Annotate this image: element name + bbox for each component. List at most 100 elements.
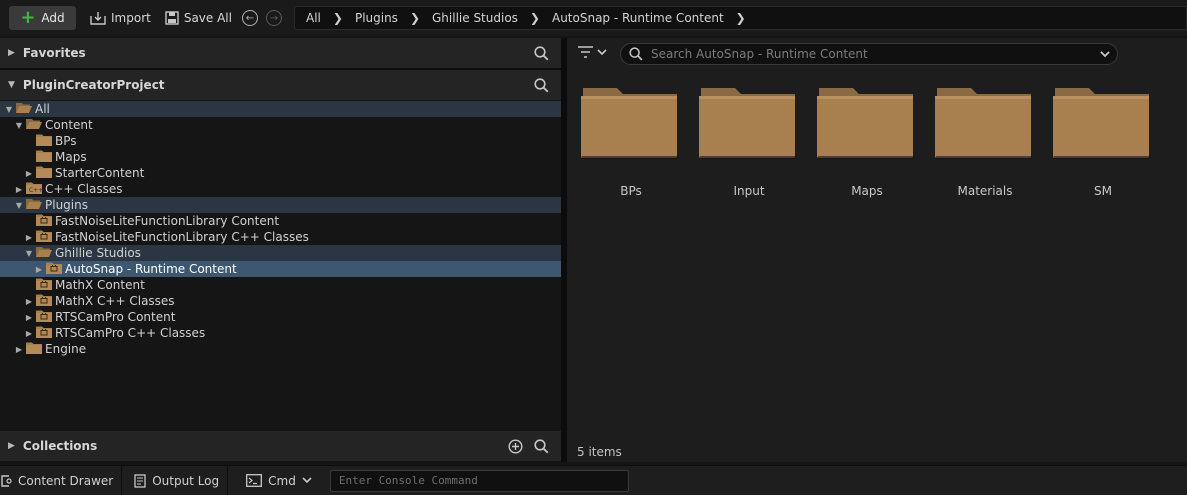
- output-log-button[interactable]: Output Log: [122, 465, 229, 495]
- plugin-folder-icon: [36, 310, 52, 325]
- folder-tile[interactable]: BPs: [581, 86, 681, 206]
- folder-tile-label: Input: [733, 184, 765, 198]
- folder-icon: [935, 88, 1032, 159]
- log-icon: [134, 473, 146, 488]
- tree-item[interactable]: ▼ Plugins: [0, 197, 561, 213]
- folder-icon: [36, 134, 52, 149]
- folder-icon: [36, 150, 52, 165]
- forward-arrow-icon[interactable]: →: [265, 10, 282, 26]
- expand-down-icon[interactable]: ▼: [4, 105, 14, 114]
- cpp-folder-icon: C++: [26, 182, 43, 197]
- tree-item-label: FastNoiseLiteFunctionLibrary Content: [55, 214, 280, 228]
- breadcrumb-item-plugins[interactable]: Plugins: [355, 11, 398, 25]
- folder-tile[interactable]: Materials: [935, 86, 1035, 206]
- plugin-folder-icon: [36, 294, 52, 309]
- tree-item[interactable]: ▶ FastNoiseLiteFunctionLibrary C++ Classe…: [0, 229, 561, 245]
- chevron-right-icon[interactable]: ❯: [333, 11, 343, 25]
- folder-tile[interactable]: SM: [1053, 86, 1153, 206]
- expand-right-icon[interactable]: ▶: [24, 233, 34, 242]
- expand-right-icon[interactable]: ▶: [14, 185, 24, 194]
- breadcrumb-item-all[interactable]: All: [306, 11, 321, 25]
- tree-item[interactable]: ▼ Content: [0, 117, 561, 133]
- search-icon[interactable]: [534, 439, 549, 454]
- folder-icon: [699, 88, 796, 159]
- console-input-box[interactable]: [329, 469, 629, 492]
- expand-down-icon[interactable]: ▼: [24, 249, 34, 258]
- folder-icon: [1053, 88, 1150, 159]
- tree-item[interactable]: BPs: [0, 133, 561, 149]
- search-icon[interactable]: [534, 46, 549, 61]
- tree-item[interactable]: ▼ Ghillie Studios: [0, 245, 561, 261]
- expand-right-icon[interactable]: ▶: [24, 297, 34, 306]
- breadcrumb: All ❯ Plugins ❯ Ghillie Studios ❯ AutoSn…: [294, 6, 1187, 30]
- tree-item[interactable]: ▶ StarterContent: [0, 165, 561, 181]
- add-button-label: Add: [41, 11, 65, 25]
- expand-right-icon[interactable]: ▶: [24, 313, 34, 322]
- terminal-icon: [246, 474, 263, 487]
- folder-tile-label: BPs: [620, 184, 642, 198]
- asset-search-box[interactable]: [620, 43, 1118, 65]
- chevron-right-icon[interactable]: ❯: [530, 11, 540, 25]
- back-arrow-icon[interactable]: ←: [241, 10, 258, 26]
- asset-search-input[interactable]: [651, 47, 1091, 61]
- expand-right-icon[interactable]: ▶: [24, 169, 34, 178]
- console-command-input[interactable]: [338, 474, 619, 487]
- tree-item-label: C++ Classes: [45, 182, 123, 196]
- cmd-dropdown[interactable]: Cmd: [228, 466, 320, 495]
- chevron-right-icon[interactable]: ❯: [410, 11, 420, 25]
- content-drawer-label: Content Drawer: [18, 473, 114, 488]
- favorites-header[interactable]: ▶ Favorites: [0, 38, 561, 68]
- search-icon: [629, 47, 643, 61]
- folder-tree: ▼ All ▼ Content BPs Maps ▶ StarterContent ▶ C++ C+…: [0, 101, 561, 431]
- tree-item[interactable]: ▶ RTSCamPro C++ Classes: [0, 325, 561, 341]
- add-button[interactable]: + Add: [9, 6, 76, 30]
- expand-down-icon[interactable]: ▼: [14, 121, 24, 130]
- folder-icon: [817, 88, 914, 159]
- chevron-right-icon[interactable]: ❯: [736, 11, 746, 25]
- chevron-down-icon[interactable]: [1099, 48, 1111, 60]
- collections-header[interactable]: ▶ Collections: [0, 431, 561, 461]
- tree-item[interactable]: MathX Content: [0, 277, 561, 293]
- project-header[interactable]: ▼ PluginCreatorProject: [0, 70, 561, 100]
- folder-tile[interactable]: Input: [699, 86, 799, 206]
- project-label: PluginCreatorProject: [22, 78, 165, 92]
- breadcrumb-item-autosnap[interactable]: AutoSnap - Runtime Content: [552, 11, 724, 25]
- tree-item[interactable]: ▶ MathX C++ Classes: [0, 293, 561, 309]
- folder-icon: [581, 88, 678, 159]
- folder-tile-label: SM: [1094, 184, 1112, 198]
- content-drawer-button[interactable]: Content Drawer: [0, 465, 123, 495]
- expand-right-icon[interactable]: ▶: [8, 48, 15, 58]
- tree-item[interactable]: FastNoiseLiteFunctionLibrary Content: [0, 213, 561, 229]
- collections-label: Collections: [22, 439, 98, 453]
- expand-down-icon[interactable]: ▼: [8, 80, 15, 90]
- collections-section: ▶ Collections: [0, 431, 561, 461]
- add-collection-icon[interactable]: [508, 439, 523, 454]
- plugin-folder-icon: [36, 230, 52, 245]
- plugin-folder-icon: [36, 214, 52, 229]
- sources-panel: ▶ Favorites ▼ PluginCreatorProject ▼ All ▼…: [0, 38, 561, 462]
- tree-item-label: MathX C++ Classes: [55, 294, 175, 308]
- search-icon[interactable]: [534, 78, 549, 93]
- status-bar: Content Drawer Output Log Cmd: [0, 465, 1187, 495]
- tree-item[interactable]: ▶ RTSCamPro Content: [0, 309, 561, 325]
- tree-item-label: Ghillie Studios: [55, 246, 141, 260]
- folder-tile[interactable]: Maps: [817, 86, 917, 206]
- breadcrumb-item-ghillie-studios[interactable]: Ghillie Studios: [432, 11, 518, 25]
- tree-item[interactable]: Maps: [0, 149, 561, 165]
- expand-right-icon[interactable]: ▶: [14, 345, 24, 354]
- save-all-button[interactable]: Save All: [165, 6, 232, 30]
- filter-button[interactable]: [578, 46, 607, 58]
- save-all-button-label: Save All: [183, 11, 232, 25]
- tree-item[interactable]: ▶ C++ C++ Classes: [0, 181, 561, 197]
- filter-icon: [578, 46, 593, 58]
- tree-item[interactable]: ▼ All: [0, 101, 561, 117]
- expand-right-icon[interactable]: ▶: [34, 265, 44, 274]
- favorites-label: Favorites: [22, 46, 86, 60]
- toolbar: + Add Import Save All ← → All ❯ Plugins …: [0, 0, 1187, 36]
- expand-right-icon[interactable]: ▶: [24, 329, 34, 338]
- expand-right-icon[interactable]: ▶: [8, 441, 15, 451]
- tree-item[interactable]: ▶ AutoSnap - Runtime Content: [0, 261, 561, 277]
- import-button[interactable]: Import: [90, 6, 151, 30]
- tree-item[interactable]: ▶ Engine: [0, 341, 561, 357]
- expand-down-icon[interactable]: ▼: [14, 201, 24, 210]
